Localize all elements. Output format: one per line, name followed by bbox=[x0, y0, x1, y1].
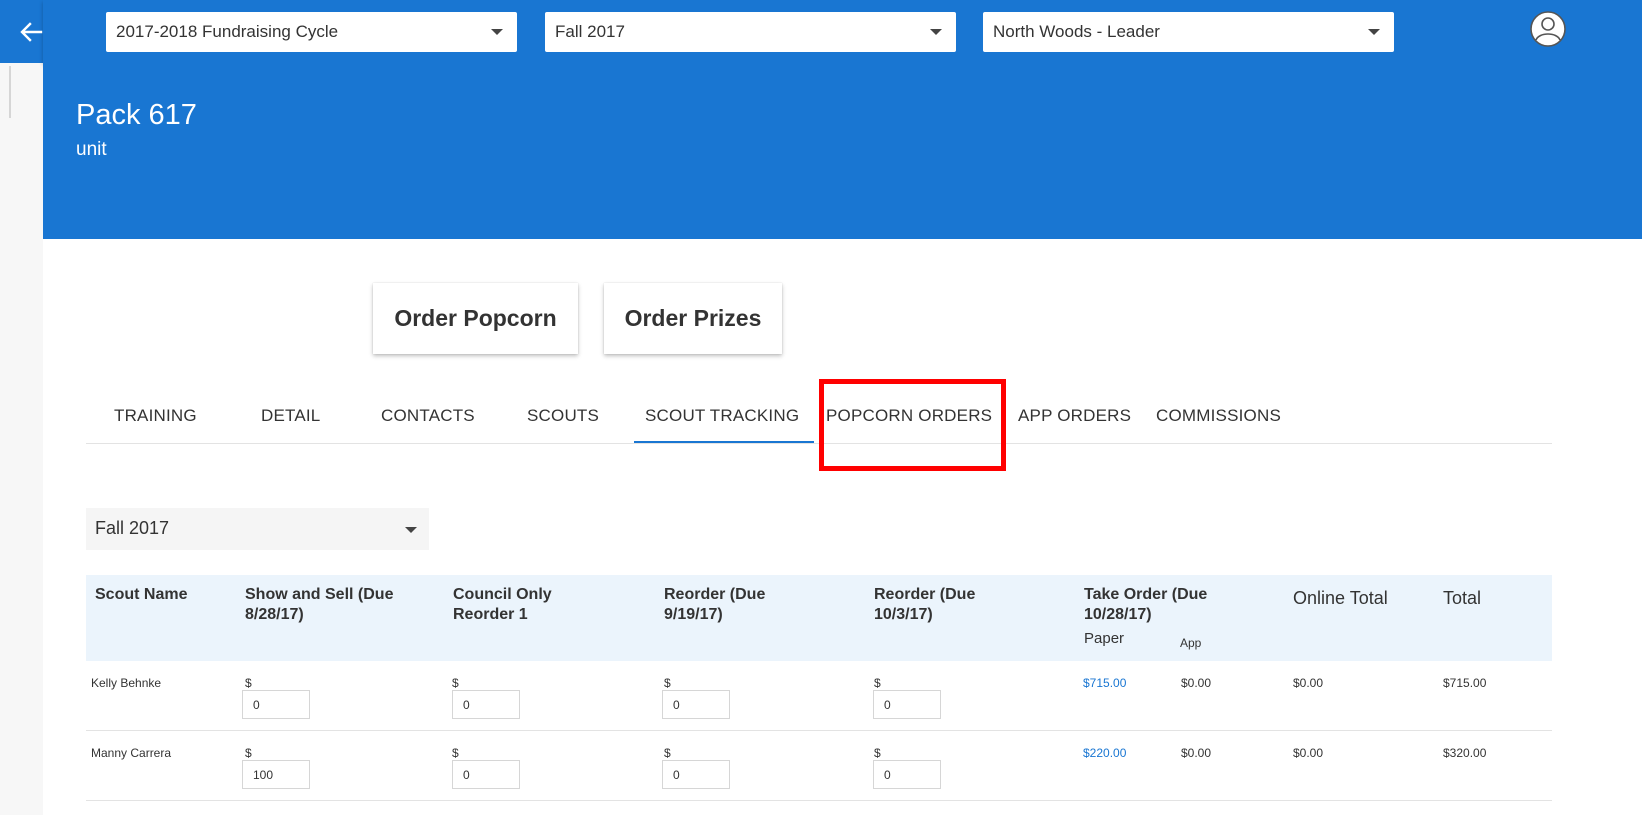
col-header-council-only: Council Only Reorder 1 bbox=[453, 586, 552, 623]
cycle-select[interactable]: 2017-2018 Fundraising Cycle bbox=[106, 12, 517, 52]
back-button[interactable] bbox=[11, 10, 55, 54]
arrow-left-icon bbox=[20, 22, 43, 42]
user-account-button[interactable] bbox=[1527, 8, 1569, 50]
gutter-divider bbox=[9, 66, 11, 118]
chevron-down-icon bbox=[491, 29, 503, 35]
app-order-amount: $0.00 bbox=[1181, 746, 1212, 760]
col-header-show-and-sell: Show and Sell (Due 8/28/17) bbox=[245, 586, 394, 623]
col-header-online-total: Online Total bbox=[1293, 588, 1388, 608]
col-header-paper: Paper bbox=[1084, 630, 1125, 647]
chevron-down-icon bbox=[930, 29, 942, 35]
show-and-sell-input[interactable] bbox=[242, 760, 310, 789]
scout-name: Kelly Behnke bbox=[91, 676, 162, 690]
order-popcorn-button[interactable]: Order Popcorn bbox=[373, 283, 578, 354]
currency-symbol: $ bbox=[452, 746, 459, 760]
col-header-reorder-2: Reorder (Due 10/3/17) bbox=[874, 586, 976, 623]
reorder-1-input[interactable] bbox=[662, 690, 730, 719]
col-header-take-order: Take Order (Due 10/28/17) bbox=[1084, 586, 1208, 623]
order-prizes-button[interactable]: Order Prizes bbox=[604, 283, 782, 354]
row-total: $715.00 bbox=[1443, 676, 1487, 690]
page: 2017-2018 Fundraising Cycle Fall 2017 No… bbox=[0, 0, 1642, 815]
currency-symbol: $ bbox=[245, 746, 252, 760]
col-header-app: App bbox=[1180, 636, 1202, 650]
col-header-reorder-1: Reorder (Due 9/19/17) bbox=[664, 586, 766, 623]
top-app-bar: 2017-2018 Fundraising Cycle Fall 2017 No… bbox=[20, 0, 1642, 63]
scout-name: Manny Carrera bbox=[91, 746, 172, 760]
chevron-down-icon bbox=[1368, 29, 1380, 35]
show-and-sell-input[interactable] bbox=[242, 690, 310, 719]
user-circle-icon bbox=[1530, 11, 1566, 47]
reorder-2-input[interactable] bbox=[873, 690, 941, 719]
tab-training[interactable]: TRAINING bbox=[114, 406, 197, 426]
tab-contacts[interactable]: CONTACTS bbox=[381, 406, 475, 426]
currency-symbol: $ bbox=[664, 746, 671, 760]
currency-symbol: $ bbox=[452, 676, 459, 690]
tab-scouts[interactable]: SCOUTS bbox=[527, 406, 599, 426]
season-filter-value: Fall 2017 bbox=[95, 518, 170, 538]
page-title: Pack 617 bbox=[76, 99, 197, 131]
cycle-select-value: 2017-2018 Fundraising Cycle bbox=[116, 22, 339, 41]
online-total: $0.00 bbox=[1293, 746, 1324, 760]
tab-detail[interactable]: DETAIL bbox=[261, 406, 320, 426]
paper-order-link[interactable]: $715.00 bbox=[1083, 676, 1126, 690]
paper-order-link[interactable]: $220.00 bbox=[1083, 746, 1126, 760]
tab-commissions[interactable]: COMMISSIONS bbox=[1156, 406, 1281, 426]
council-only-input[interactable] bbox=[452, 690, 520, 719]
online-total: $0.00 bbox=[1293, 676, 1324, 690]
currency-symbol: $ bbox=[245, 676, 252, 690]
season-filter-select[interactable]: Fall 2017 bbox=[86, 508, 429, 550]
season-select[interactable]: Fall 2017 bbox=[545, 12, 956, 52]
currency-symbol: $ bbox=[664, 676, 671, 690]
col-header-total: Total bbox=[1443, 588, 1482, 608]
annotation-highlight-box bbox=[819, 379, 1006, 471]
reorder-2-input[interactable] bbox=[873, 760, 941, 789]
left-gutter bbox=[0, 63, 43, 815]
chevron-down-icon bbox=[405, 527, 417, 533]
app-order-amount: $0.00 bbox=[1181, 676, 1212, 690]
table-row: Manny Carrera $ $ $ $ $220.00 $0.00 $0.0… bbox=[86, 731, 1552, 801]
currency-symbol: $ bbox=[874, 746, 881, 760]
tab-scout-tracking[interactable]: SCOUT TRACKING bbox=[645, 406, 799, 426]
council-only-input[interactable] bbox=[452, 760, 520, 789]
table-header: Scout Name Show and Sell (Due 8/28/17) C… bbox=[86, 575, 1552, 661]
tab-app-orders[interactable]: APP ORDERS bbox=[1018, 406, 1131, 426]
active-tab-indicator bbox=[634, 441, 814, 443]
currency-symbol: $ bbox=[874, 676, 881, 690]
col-header-scout-name: Scout Name bbox=[95, 586, 188, 603]
season-select-value: Fall 2017 bbox=[555, 22, 625, 41]
row-total: $320.00 bbox=[1443, 746, 1487, 760]
table-row: Kelly Behnke $ $ $ $ $715.00 $0.00 $0.00… bbox=[86, 661, 1552, 731]
reorder-1-input[interactable] bbox=[662, 760, 730, 789]
unit-header bbox=[43, 63, 1642, 239]
page-subtitle: unit bbox=[76, 139, 107, 160]
role-select-value: North Woods - Leader bbox=[993, 22, 1160, 41]
role-select[interactable]: North Woods - Leader bbox=[983, 12, 1394, 52]
